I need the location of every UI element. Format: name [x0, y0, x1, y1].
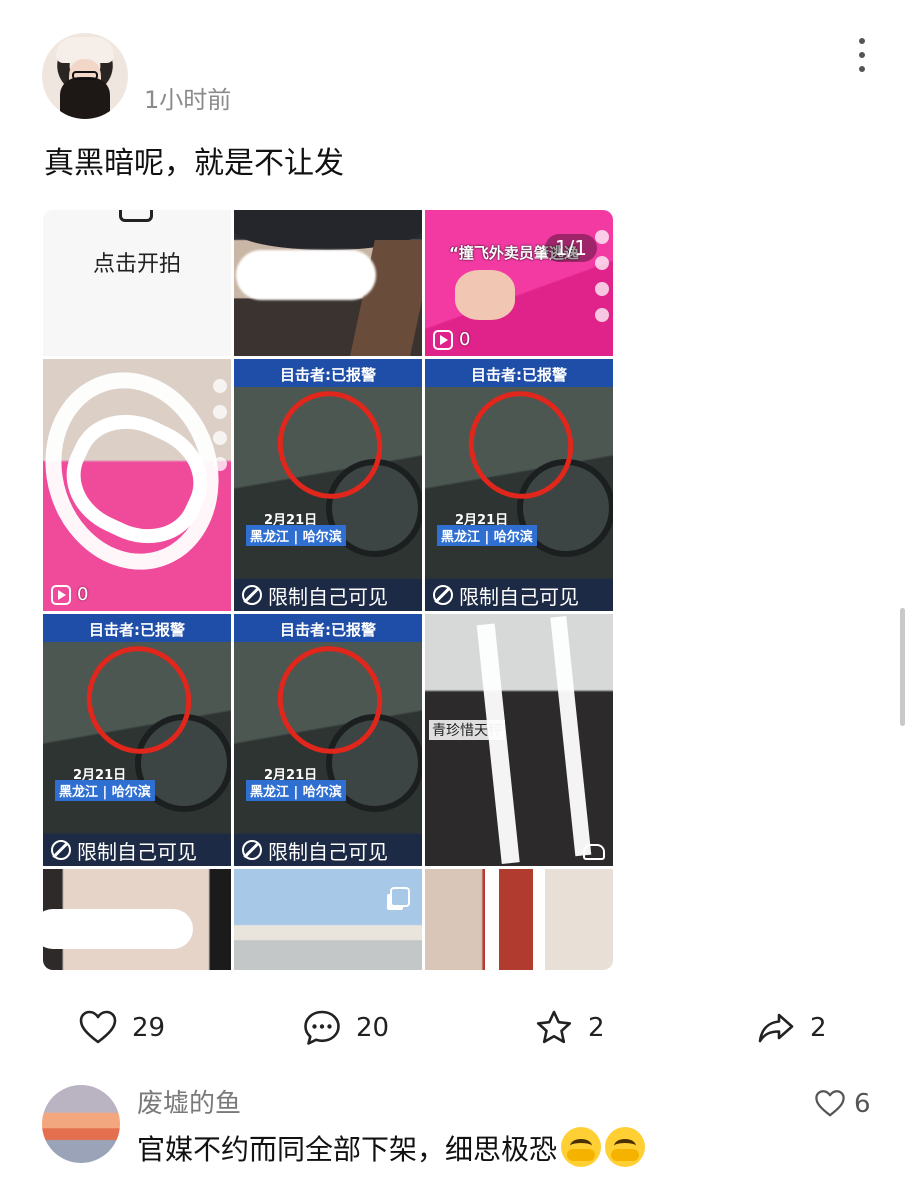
play-icon: [433, 329, 453, 350]
comment-icon: [304, 1010, 340, 1045]
video-thumbnail[interactable]: [425, 869, 613, 970]
ban-icon: [433, 585, 453, 605]
comment-like-button[interactable]: 6: [814, 1088, 871, 1120]
avatar-glasses: [72, 71, 98, 80]
restricted-badge: 限制自己可见: [425, 579, 613, 611]
commenter-name[interactable]: 废墟的鱼: [137, 1088, 241, 1120]
pleading-face-emoji-icon: [561, 1127, 602, 1167]
news-location: 黑龙江 | 哈尔滨: [246, 780, 346, 801]
comment-button[interactable]: 20: [302, 1008, 389, 1048]
like-count: 29: [132, 1013, 166, 1043]
news-location: 黑龙江 | 哈尔滨: [437, 525, 537, 546]
user-avatar[interactable]: [42, 33, 128, 119]
video-thumbnail[interactable]: [43, 869, 231, 970]
post-action-bar: 29 20 2 2: [0, 1008, 912, 1054]
image-thumbnail[interactable]: [234, 869, 422, 970]
share-arrow-icon: [758, 1013, 794, 1043]
ban-icon: [242, 585, 262, 605]
camera-icon: [119, 210, 153, 222]
more-options-icon[interactable]: [852, 38, 872, 72]
news-headline: 目击者:已报警: [89, 621, 185, 639]
post-image-grid: 点击开拍 “撞飞外卖员肇逃逸 1/1 0 0 目击者:已报警 2月21日 黑龙江…: [43, 210, 613, 970]
post-time: 1小时前: [144, 86, 232, 114]
news-video-thumbnail[interactable]: 目击者:已报警 2月21日 黑龙江 | 哈尔滨 限制自己可见: [234, 614, 422, 866]
video-thumbnail[interactable]: “撞飞外卖员肇逃逸 1/1 0: [425, 210, 613, 356]
play-count: 0: [433, 329, 470, 350]
post-text: 真黑暗呢，就是不让发: [44, 146, 344, 181]
news-video-thumbnail[interactable]: 目击者:已报警 2月21日 黑龙江 | 哈尔滨 限制自己可见: [234, 359, 422, 611]
play-count: 0: [51, 584, 88, 605]
ban-icon: [242, 840, 262, 860]
news-video-thumbnail[interactable]: 目击者:已报警 2月21日 黑龙江 | 哈尔滨 限制自己可见: [425, 359, 613, 611]
favorite-button[interactable]: 2: [534, 1008, 605, 1048]
share-button[interactable]: 2: [756, 1008, 827, 1048]
side-action-icons: [213, 379, 227, 471]
comment-count: 20: [356, 1013, 390, 1043]
news-location: 黑龙江 | 哈尔滨: [55, 780, 155, 801]
heart-icon: [815, 1090, 845, 1117]
friends-visible-icon: [583, 844, 605, 860]
redaction-scribble: [485, 869, 545, 970]
page-indicator: 1/1: [544, 234, 597, 262]
pleading-face-emoji-icon: [605, 1127, 646, 1167]
restricted-badge: 限制自己可见: [234, 579, 422, 611]
scrollbar[interactable]: [900, 608, 905, 726]
favorite-count: 2: [588, 1013, 605, 1043]
like-button[interactable]: 29: [78, 1008, 165, 1048]
ban-icon: [51, 840, 71, 860]
restricted-badge: 限制自己可见: [43, 834, 231, 866]
news-headline: 目击者:已报警: [280, 366, 376, 384]
news-headline: 目击者:已报警: [471, 366, 567, 384]
shoot-label: 点击开拍: [92, 252, 181, 277]
side-action-icons: [595, 230, 609, 322]
news-location: 黑龙江 | 哈尔滨: [246, 525, 346, 546]
news-video-thumbnail[interactable]: 目击者:已报警 2月21日 黑龙江 | 哈尔滨 限制自己可见: [43, 614, 231, 866]
redaction-scribble: [476, 615, 592, 865]
commenter-avatar[interactable]: [42, 1085, 120, 1163]
star-icon: [536, 1010, 572, 1044]
redaction-mark: [236, 250, 376, 300]
play-icon: [51, 584, 71, 605]
shoot-tile[interactable]: 点击开拍: [43, 210, 231, 356]
avatar-hair: [60, 77, 110, 119]
redaction-mark: [43, 909, 193, 949]
multi-image-icon: [390, 887, 410, 907]
video-thumbnail[interactable]: [234, 210, 422, 356]
news-headline: 目击者:已报警: [280, 621, 376, 639]
comment-text: 官媒不约而同全部下架，细思极恐: [137, 1127, 646, 1168]
restricted-badge: 限制自己可见: [234, 834, 422, 866]
share-count: 2: [810, 1013, 827, 1043]
video-thumbnail[interactable]: 0: [43, 359, 231, 611]
comment-like-count: 6: [854, 1089, 871, 1119]
heart-icon: [79, 1010, 117, 1044]
video-thumbnail[interactable]: 青珍惜天秤: [425, 614, 613, 866]
